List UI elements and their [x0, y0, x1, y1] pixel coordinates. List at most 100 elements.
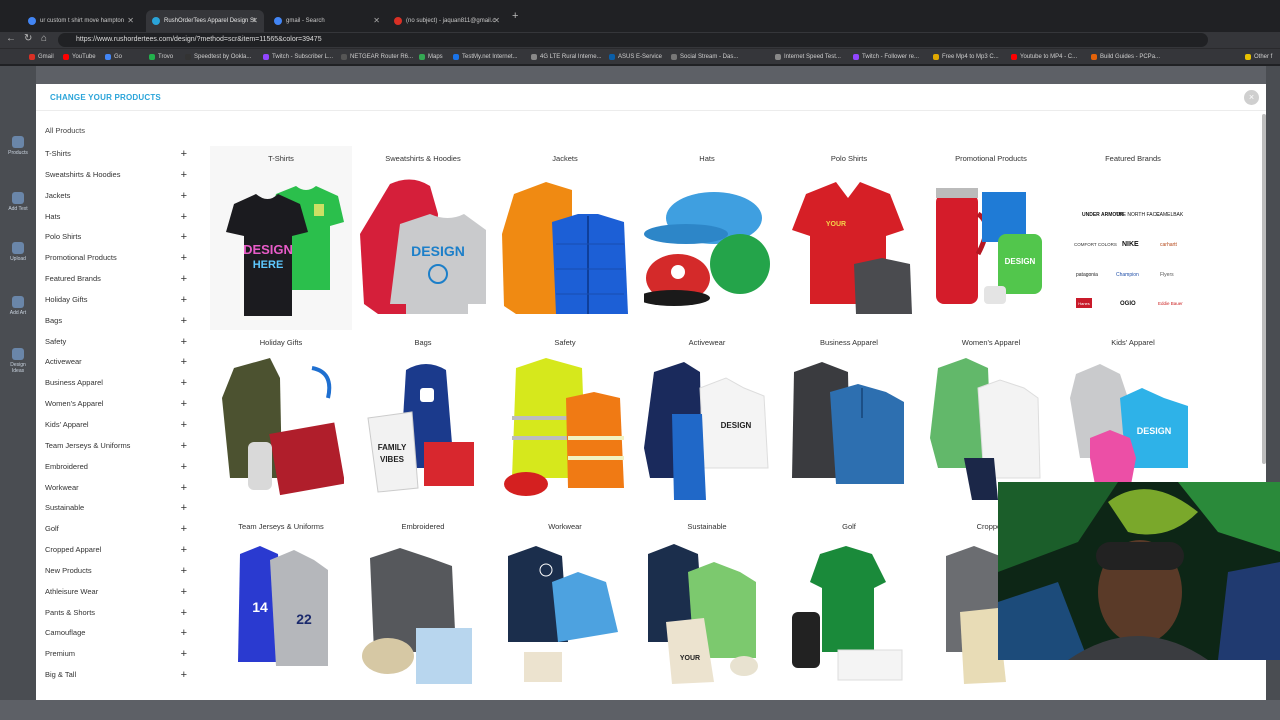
category-card-sweatshirts[interactable]: Sweatshirts & Hoodies DESIGN	[352, 146, 494, 330]
bookmark[interactable]: Youtube to MP4 - C...	[1010, 51, 1077, 63]
plus-icon[interactable]: +	[181, 144, 187, 165]
tab-close-icon[interactable]: ✕	[251, 10, 258, 32]
bookmark[interactable]: NETGEAR Router R6...	[340, 51, 413, 63]
sidebar-item[interactable]: Business Apparel +	[45, 373, 187, 394]
plus-icon[interactable]: +	[181, 561, 187, 582]
sidebar-item[interactable]: T-Shirts +	[45, 144, 187, 165]
plus-icon[interactable]: +	[181, 644, 187, 665]
sidebar-item[interactable]: Premium +	[45, 644, 187, 665]
sidebar-item[interactable]: Bags +	[45, 311, 187, 332]
sidebar-item[interactable]: Women's Apparel +	[45, 394, 187, 415]
plus-icon[interactable]: +	[181, 269, 187, 290]
sidebar-item[interactable]: Sustainable +	[45, 498, 187, 519]
category-card-tshirts[interactable]: T-Shirts DESIGN HERE	[210, 146, 352, 330]
toolbar-add-text[interactable]: Add Text	[4, 192, 32, 212]
plus-icon[interactable]: +	[181, 623, 187, 644]
plus-icon[interactable]: +	[181, 582, 187, 603]
category-card-sustainable[interactable]: Sustainable YOUR	[636, 514, 778, 698]
tab-close-icon[interactable]: ✕	[493, 10, 500, 32]
category-card-business[interactable]: Business Apparel	[778, 330, 920, 514]
plus-icon[interactable]: +	[181, 311, 187, 332]
sidebar-item[interactable]: Golf +	[45, 519, 187, 540]
sidebar-item[interactable]: New Products +	[45, 561, 187, 582]
category-card-bags[interactable]: Bags FAMILY VIBES	[352, 330, 494, 514]
sidebar-item[interactable]: Promotional Products +	[45, 248, 187, 269]
sidebar-item[interactable]: Team Jerseys & Uniforms +	[45, 436, 187, 457]
bookmark[interactable]: Other f	[1244, 51, 1272, 63]
category-card-brands[interactable]: Featured Brands UNDER ARMOUR THE NORTH F…	[1062, 146, 1204, 330]
back-icon[interactable]: ←	[6, 33, 16, 44]
tab-close-icon[interactable]: ✕	[127, 10, 134, 32]
plus-icon[interactable]: +	[181, 165, 187, 186]
sidebar-item[interactable]: Hats +	[45, 207, 187, 228]
plus-icon[interactable]: +	[181, 352, 187, 373]
new-tab-icon[interactable]: +	[512, 10, 518, 22]
toolbar-upload[interactable]: Upload	[4, 242, 32, 262]
category-card-holiday[interactable]: Holiday Gifts	[210, 330, 352, 514]
category-card-promo[interactable]: Promotional Products DESIGN	[920, 146, 1062, 330]
sidebar-item[interactable]: Big & Tall +	[45, 665, 187, 686]
sidebar-item[interactable]: Safety +	[45, 332, 187, 353]
bookmark[interactable]: Social Stream - Das...	[670, 51, 738, 63]
plus-icon[interactable]: +	[181, 186, 187, 207]
bookmark[interactable]: Gmail	[28, 51, 54, 63]
category-card-jerseys[interactable]: Team Jerseys & Uniforms 14 22	[210, 514, 352, 698]
plus-icon[interactable]: +	[181, 332, 187, 353]
plus-icon[interactable]: +	[181, 436, 187, 457]
bookmark[interactable]: Internet Speed Test...	[774, 51, 841, 63]
bookmark[interactable]: Twitch - Follower re...	[852, 51, 919, 63]
bookmark[interactable]: Maps	[418, 51, 443, 63]
category-card-activewear[interactable]: Activewear DESIGN	[636, 330, 778, 514]
plus-icon[interactable]: +	[181, 498, 187, 519]
toolbar-add-art[interactable]: Add Art	[4, 296, 32, 316]
category-card-golf[interactable]: Golf	[778, 514, 920, 698]
plus-icon[interactable]: +	[181, 665, 187, 686]
bookmark[interactable]: Build Guides - PCPa...	[1090, 51, 1160, 63]
sidebar-item[interactable]: Athleisure Wear +	[45, 582, 187, 603]
tab-gmail-message[interactable]: (no subject) - jaquan811@gmail.c ✕	[388, 10, 506, 32]
bookmark[interactable]: TestMy.net Internet...	[452, 51, 518, 63]
tab-custom-shirt[interactable]: ur custom t shirt move hampton ✕	[22, 10, 140, 32]
plus-icon[interactable]: +	[181, 373, 187, 394]
plus-icon[interactable]: +	[181, 248, 187, 269]
bookmark[interactable]: Speedtest by Ookla...	[184, 51, 251, 63]
scrollbar[interactable]	[1262, 114, 1266, 464]
reload-icon[interactable]: ↻	[24, 33, 32, 44]
plus-icon[interactable]: +	[181, 540, 187, 561]
toolbar-design-ideas[interactable]: Design Ideas	[4, 348, 32, 374]
plus-icon[interactable]: +	[181, 603, 187, 624]
plus-icon[interactable]: +	[181, 290, 187, 311]
sidebar-item[interactable]: Camouflage +	[45, 623, 187, 644]
sidebar-item[interactable]: Jackets +	[45, 186, 187, 207]
sidebar-item[interactable]: Sweatshirts & Hoodies +	[45, 165, 187, 186]
plus-icon[interactable]: +	[181, 394, 187, 415]
all-products-link[interactable]: All Products	[45, 126, 85, 135]
sidebar-item[interactable]: Kids' Apparel +	[45, 415, 187, 436]
bookmark[interactable]: Go	[104, 51, 122, 63]
bookmark[interactable]: Free Mp4 to Mp3 C...	[932, 51, 999, 63]
home-icon[interactable]: ⌂	[41, 33, 47, 44]
close-icon[interactable]: ×	[1244, 90, 1259, 105]
sidebar-item[interactable]: Cropped Apparel +	[45, 540, 187, 561]
category-card-polo[interactable]: Polo Shirts YOUR	[778, 146, 920, 330]
sidebar-item[interactable]: Polo Shirts +	[45, 227, 187, 248]
tab-gmail-search[interactable]: gmail - Search ✕	[268, 10, 386, 32]
category-card-jackets[interactable]: Jackets	[494, 146, 636, 330]
toolbar-products[interactable]: Products	[4, 136, 32, 156]
sidebar-item[interactable]: Embroidered +	[45, 457, 187, 478]
category-card-embroidered[interactable]: Embroidered	[352, 514, 494, 698]
bookmark[interactable]: Twitch - Subscriber L...	[262, 51, 333, 63]
tab-close-icon[interactable]: ✕	[373, 10, 380, 32]
category-card-safety[interactable]: Safety	[494, 330, 636, 514]
bookmark[interactable]: YouTube	[62, 51, 96, 63]
bookmark[interactable]: Trovo	[148, 51, 173, 63]
bookmark[interactable]: 4G LTE Rural Interne...	[530, 51, 602, 63]
sidebar-item[interactable]: Workwear +	[45, 478, 187, 499]
plus-icon[interactable]: +	[181, 457, 187, 478]
sidebar-item[interactable]: Featured Brands +	[45, 269, 187, 290]
plus-icon[interactable]: +	[181, 207, 187, 228]
sidebar-item[interactable]: Pants & Shorts +	[45, 603, 187, 624]
sidebar-item[interactable]: Holiday Gifts +	[45, 290, 187, 311]
address-bar[interactable]: https://www.rushordertees.com/design/?me…	[58, 33, 1208, 47]
plus-icon[interactable]: +	[181, 478, 187, 499]
